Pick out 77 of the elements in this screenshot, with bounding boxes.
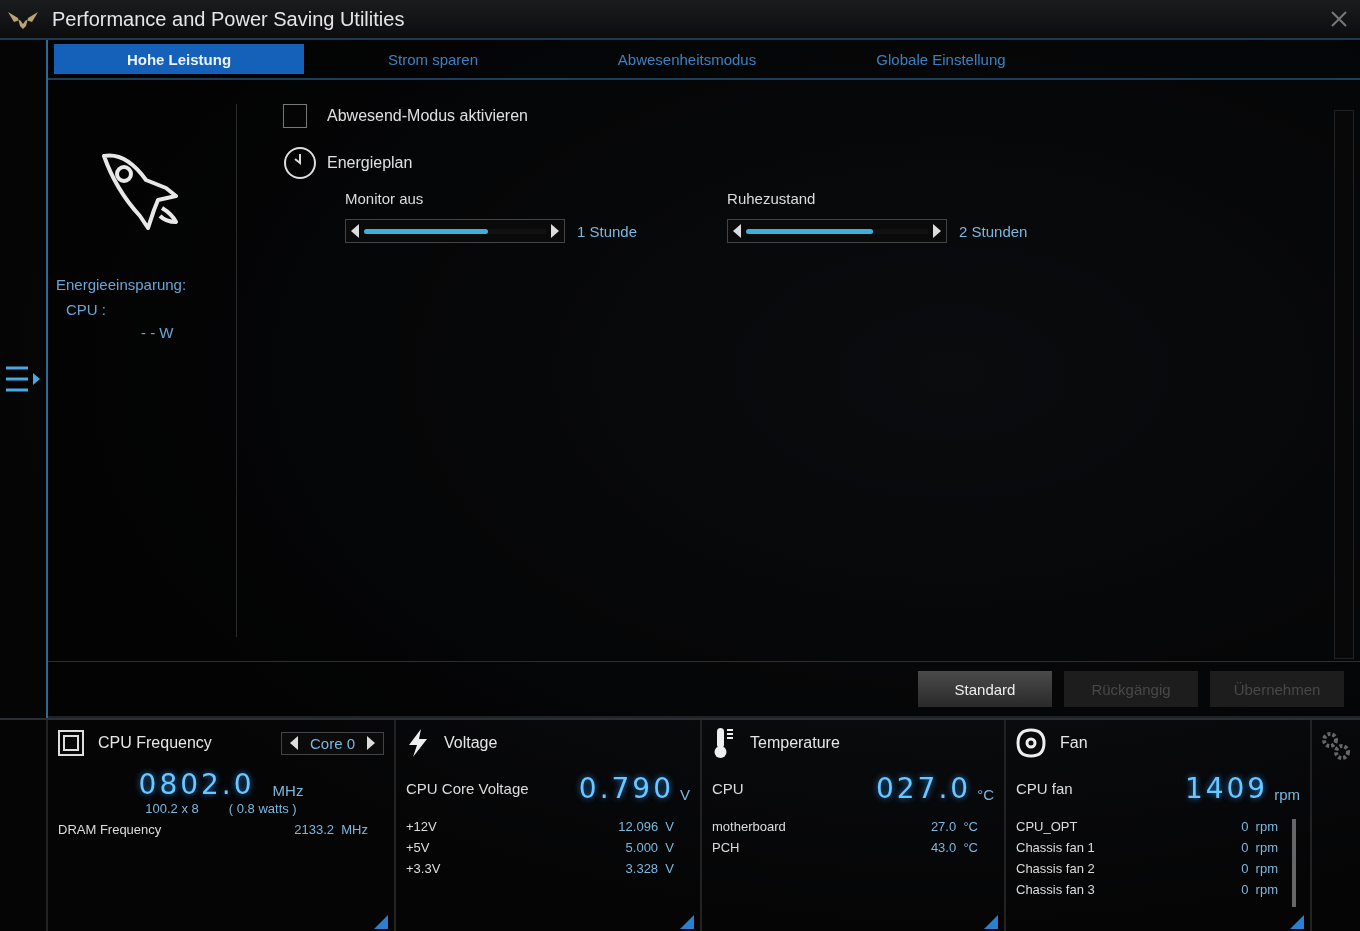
- unit-label: rpm: [1274, 786, 1300, 805]
- multiplier-text: 100.2 x 8: [145, 801, 199, 816]
- fan-icon: [1016, 728, 1046, 758]
- clock-icon: [283, 146, 317, 180]
- scrollbar[interactable]: [1292, 819, 1296, 907]
- sensor-value: 0 rpm: [1241, 882, 1278, 897]
- sensor-name: PCH: [712, 840, 740, 855]
- slider-track[interactable]: [746, 228, 929, 234]
- slider-value: 1 Stunde: [577, 222, 638, 240]
- sensor-name: DRAM Frequency: [58, 822, 162, 837]
- core-selector[interactable]: Core 0: [280, 731, 384, 755]
- slider-label: Ruhezustand: [727, 190, 817, 207]
- energy-saving-label: Energieeinsparung:: [56, 276, 188, 293]
- section-title: Energieplan: [327, 154, 413, 172]
- resize-corner-icon[interactable]: [1290, 915, 1304, 929]
- left-arrow-icon[interactable]: [732, 224, 743, 238]
- scrollbar[interactable]: [1334, 110, 1354, 659]
- sensor-value: 43.0 °C: [930, 840, 978, 855]
- slider-value: 2 Stunden: [959, 222, 1028, 240]
- sensor-name: motherboard: [712, 819, 786, 834]
- sensor-label: CPU: [712, 780, 745, 797]
- sensor-label: CPU Core Voltage: [406, 780, 530, 797]
- sensor-name: Chassis fan 2: [1016, 861, 1095, 876]
- checkbox[interactable]: [283, 104, 307, 128]
- right-arrow-icon[interactable]: [550, 224, 560, 238]
- sensor-name: CPU_OPT: [1016, 819, 1078, 834]
- tab[interactable]: Hohe Leistung: [54, 44, 304, 74]
- sensor-value: 27.0 °C: [930, 819, 978, 834]
- cpu-power-value: - - W: [141, 324, 175, 341]
- tab[interactable]: Globale Einstellung: [816, 44, 1066, 74]
- close-icon[interactable]: [1330, 10, 1348, 28]
- tab[interactable]: Strom sparen: [308, 44, 558, 74]
- tab[interactable]: Abwesenheitsmodus: [562, 44, 812, 74]
- checkbox-label: Abwesend-Modus aktivieren: [327, 107, 528, 125]
- window-title: Performance and Power Saving Utilities: [52, 7, 406, 31]
- right-arrow-icon[interactable]: [367, 736, 375, 750]
- reading-value: 0.790: [578, 772, 674, 805]
- unit-label: °C: [977, 786, 994, 805]
- sensor-name: Chassis fan 3: [1016, 882, 1095, 897]
- panel-title: Temperature: [750, 734, 841, 752]
- panel-title: Fan: [1060, 734, 1089, 752]
- lightning-icon: [406, 729, 430, 757]
- resize-corner-icon[interactable]: [374, 915, 388, 929]
- thermometer-icon: [712, 727, 736, 759]
- reading-value: 027.0: [876, 772, 972, 805]
- right-arrow-icon[interactable]: [932, 224, 943, 238]
- slider-label: Monitor aus: [345, 190, 425, 207]
- sensor-name: +12V: [406, 819, 437, 834]
- sensor-value: 2133.2 MHz: [294, 822, 368, 837]
- core-label: Core 0: [309, 734, 355, 752]
- power-text: ( 0.8 watts ): [228, 801, 297, 816]
- sensor-name: +3.3V: [406, 861, 441, 876]
- chip-icon: [58, 730, 84, 756]
- sensor-value: 12.096 V: [618, 819, 674, 834]
- reading-value: 0802.0: [138, 768, 255, 801]
- left-arrow-icon[interactable]: [289, 736, 298, 750]
- panel-title: CPU Frequency: [98, 734, 213, 752]
- slider-track[interactable]: [364, 228, 546, 234]
- sensor-value: 0 rpm: [1241, 840, 1278, 855]
- cpu-label: CPU :: [66, 301, 107, 318]
- unit-label: V: [680, 786, 690, 805]
- panel-title: Voltage: [444, 734, 499, 752]
- left-arrow-icon[interactable]: [350, 224, 360, 238]
- unit-label: MHz: [272, 782, 304, 801]
- sensor-label: CPU fan: [1016, 780, 1074, 797]
- resize-corner-icon[interactable]: [680, 915, 694, 929]
- sensor-name: Chassis fan 1: [1016, 840, 1095, 855]
- menu-expand-icon[interactable]: [4, 365, 42, 393]
- sensor-value: 3.328 V: [625, 861, 674, 876]
- reading-value: 1409: [1184, 772, 1269, 805]
- sensor-name: +5V: [406, 840, 430, 855]
- settings-icon[interactable]: [1320, 730, 1352, 762]
- action-button[interactable]: Standard: [918, 671, 1052, 707]
- sensor-value: 5.000 V: [625, 840, 674, 855]
- sensor-value: 0 rpm: [1241, 819, 1278, 834]
- sensor-value: 0 rpm: [1241, 861, 1278, 876]
- resize-corner-icon[interactable]: [984, 915, 998, 929]
